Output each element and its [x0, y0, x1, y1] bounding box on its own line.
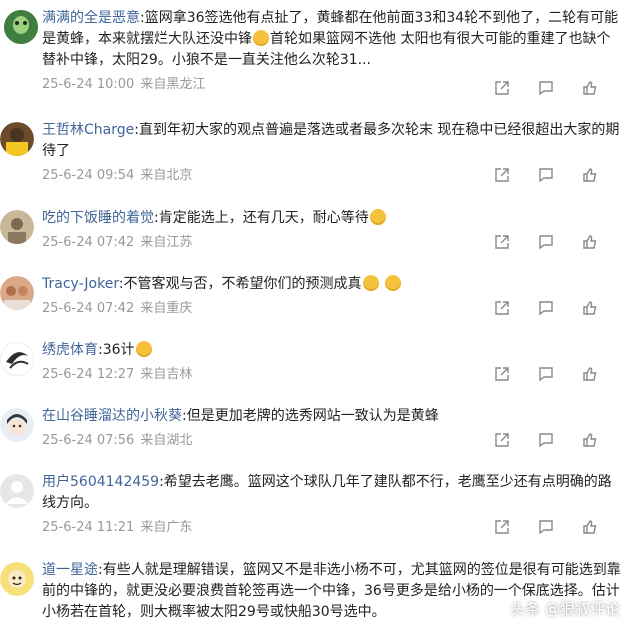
comment-date: 25-6-24 11:21 [42, 520, 135, 535]
username-link[interactable]: 绣虎体育 [42, 342, 98, 358]
avatar[interactable] [4, 10, 38, 44]
reply-button[interactable] [536, 430, 556, 450]
like-button[interactable] [580, 232, 600, 252]
comment-date: 25-6-24 09:54 [42, 168, 135, 183]
share-icon [495, 301, 509, 315]
username-link[interactable]: 王哲林Charge [42, 122, 134, 138]
comment-location: 来自吉林 [140, 367, 193, 382]
share-button[interactable] [492, 364, 512, 384]
share-icon [495, 433, 509, 447]
like-button[interactable] [580, 517, 600, 537]
comment-text-part: 36计 [102, 342, 135, 358]
thumbs-up-icon [583, 367, 597, 381]
reply-button[interactable] [536, 232, 556, 252]
comment-location: 来自江苏 [140, 235, 193, 250]
avatar[interactable] [0, 474, 34, 508]
username-link[interactable]: 道一星途 [42, 562, 98, 578]
comment-text-part: 肯定能选上，还有几天，耐心等待 [158, 210, 369, 226]
avatar[interactable] [0, 210, 34, 244]
share-icon [495, 235, 509, 249]
thumbs-up-icon [583, 301, 597, 315]
avatar[interactable] [0, 562, 34, 596]
comment-date: 25-6-24 07:42 [42, 235, 135, 250]
username-link[interactable]: 在山谷睡溜达的小秋葵 [42, 408, 182, 424]
like-button[interactable] [580, 364, 600, 384]
thumbs-up-icon [583, 81, 597, 95]
username-link[interactable]: 用户5604142459 [42, 474, 159, 490]
thumbs-up-icon [583, 168, 597, 182]
comment-text: 吃的下饭睡的着觉:肯定能选上，还有几天，耐心等待 [42, 208, 622, 229]
comment-text: 满满的全是恶意:篮网拿36签选他有点扯了，黄蜂都在他前面33和34轮不到他了，二… [42, 10, 619, 68]
share-button[interactable] [492, 298, 512, 318]
thumbs-up-icon [583, 520, 597, 534]
comment-location: 来自北京 [140, 168, 193, 183]
emoji-icon [369, 209, 386, 225]
avatar-image [0, 408, 34, 442]
share-button[interactable] [492, 232, 512, 252]
emoji-icon [362, 275, 379, 291]
comment-icon [539, 433, 553, 448]
comment-text: Tracy-Joker:不管客观与否，不希望你们的预测成真 [42, 274, 622, 295]
username-link[interactable]: Tracy-Joker [42, 276, 119, 292]
share-icon [495, 520, 509, 534]
emoji-icon [385, 275, 401, 291]
comment-location: 来自黑龙江 [140, 77, 206, 92]
avatar-image [0, 210, 34, 244]
comment-text: 在山谷睡溜达的小秋葵:但是更加老牌的选秀网站一致认为是黄蜂 [42, 408, 439, 424]
share-button[interactable] [492, 517, 512, 537]
avatar[interactable] [0, 342, 34, 376]
comment-date: 25-6-24 10:00 [42, 77, 135, 92]
reply-button[interactable] [536, 78, 556, 98]
avatar-image [4, 10, 38, 44]
comment-icon [539, 367, 553, 382]
comment-date: 25-6-24 07:56 [42, 433, 135, 448]
comment-date: 25-6-24 12:27 [42, 367, 135, 382]
like-button[interactable] [580, 298, 600, 318]
avatar-image [0, 474, 34, 508]
like-button[interactable] [580, 78, 600, 98]
emoji-icon [253, 30, 269, 46]
comment-location: 来自重庆 [140, 301, 193, 316]
share-button[interactable] [492, 430, 512, 450]
reply-button[interactable] [536, 364, 556, 384]
reply-button[interactable] [536, 165, 556, 185]
share-button[interactable] [492, 165, 512, 185]
share-icon [495, 81, 509, 95]
share-icon [495, 168, 509, 182]
avatar[interactable] [0, 408, 34, 442]
comment-text: 王哲林Charge:直到年初大家的观点普遍是落选或者最多次轮末 现在稳中已经很超… [42, 122, 620, 159]
share-icon [495, 367, 509, 381]
like-button[interactable] [580, 165, 600, 185]
comment-text-part: 但是更加老牌的选秀网站一致认为是黄蜂 [186, 408, 439, 424]
watermark: 头条 @狠叙评论 [510, 598, 620, 619]
reply-button[interactable] [536, 517, 556, 537]
username-link[interactable]: 吃的下饭睡的着觉 [42, 210, 154, 226]
thumbs-up-icon [583, 433, 597, 447]
emoji-icon [135, 341, 152, 357]
watermark-text: 头条 @狠叙评论 [510, 600, 620, 618]
comment-icon [539, 235, 553, 250]
like-button[interactable] [580, 430, 600, 450]
comment-text: 用户5604142459:希望去老鹰。篮网这个球队几年了建队都不行，老鹰至少还有… [42, 474, 612, 511]
comment-icon [539, 301, 553, 316]
avatar-image [0, 276, 34, 310]
share-button[interactable] [492, 78, 512, 98]
comment-icon [539, 81, 553, 96]
comment-location: 来自广东 [140, 520, 193, 535]
reply-button[interactable] [536, 298, 556, 318]
comment-date: 25-6-24 07:42 [42, 301, 135, 316]
thumbs-up-icon [583, 235, 597, 249]
avatar[interactable] [0, 276, 34, 310]
comment-text-part: 不管客观与否，不希望你们的预测成真 [123, 276, 362, 292]
avatar-image [0, 122, 34, 156]
username-link[interactable]: 满满的全是恶意 [42, 10, 140, 26]
avatar[interactable] [0, 122, 34, 156]
comment-icon [539, 520, 553, 535]
comment-text: 绣虎体育:36计 [42, 340, 622, 361]
comment-icon [539, 168, 553, 183]
avatar-image [0, 562, 34, 596]
comment-location: 来自湖北 [140, 433, 193, 448]
avatar-image [0, 342, 34, 376]
